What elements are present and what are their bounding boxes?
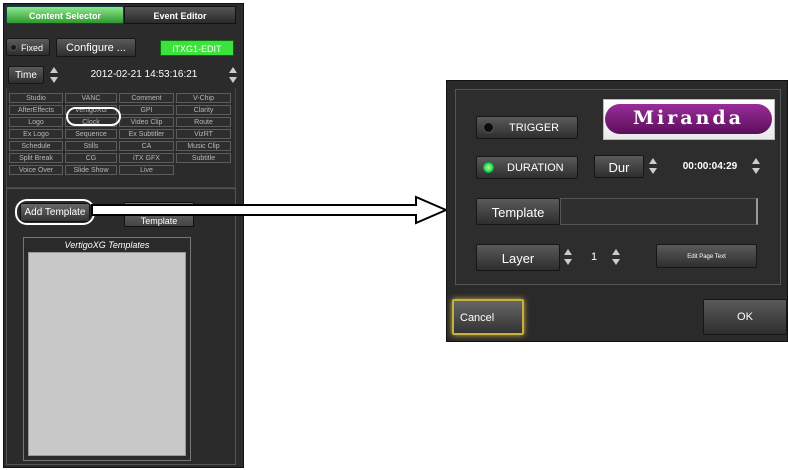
tab-content-selector[interactable]: Content Selector — [6, 6, 124, 24]
status-badge: iTXG1-EDIT — [160, 40, 234, 56]
dur-button[interactable]: Dur — [594, 155, 644, 178]
event-type-button[interactable]: Live — [119, 165, 174, 175]
event-type-button[interactable]: Ex Logo — [9, 129, 63, 139]
event-type-button[interactable]: VANC — [65, 93, 117, 103]
time-button[interactable]: Time — [8, 66, 44, 84]
cancel-button[interactable]: Cancel — [452, 299, 524, 335]
duration-value: 00:00:04:29 — [682, 161, 738, 172]
event-type-button[interactable]: Video Clip — [119, 117, 174, 127]
time-value-spinner-icon[interactable] — [229, 66, 237, 84]
event-type-button[interactable]: CA — [119, 141, 174, 151]
event-type-button[interactable]: AfterEffects — [9, 105, 63, 115]
dur-spinner-icon[interactable] — [649, 157, 657, 175]
ok-button[interactable]: OK — [703, 299, 787, 335]
event-type-button[interactable]: CG — [65, 153, 117, 163]
event-type-button[interactable]: Subtitle — [176, 153, 231, 163]
callout-arrow-icon — [91, 195, 449, 225]
layer-value: 1 — [590, 251, 598, 263]
layer-button[interactable]: Layer — [476, 244, 560, 271]
event-type-button[interactable]: Schedule — [9, 141, 63, 151]
templates-list[interactable] — [28, 252, 186, 456]
event-type-button[interactable]: Studio — [9, 93, 63, 103]
event-type-button[interactable]: Music Clip — [176, 141, 231, 151]
event-type-button[interactable]: Slide Show — [65, 165, 117, 175]
layer-value-spinner-icon[interactable] — [612, 248, 620, 266]
template-button[interactable]: Template — [476, 198, 560, 225]
duration-value-spinner-icon[interactable] — [752, 157, 760, 175]
event-type-button[interactable]: Sequence — [65, 129, 117, 139]
event-type-button[interactable]: Split Break — [9, 153, 63, 163]
event-type-button[interactable]: Comment — [119, 93, 174, 103]
miranda-logo-text: Miranda — [633, 107, 744, 129]
event-type-button[interactable]: Voice Over — [9, 165, 63, 175]
add-template-highlight-ring — [15, 199, 95, 225]
event-type-button[interactable]: V-Chip — [176, 93, 231, 103]
time-spinner-icon[interactable] — [50, 66, 58, 84]
duration-indicator-icon — [483, 162, 494, 173]
event-type-button[interactable]: Route — [176, 117, 231, 127]
trigger-indicator-icon — [483, 122, 494, 133]
edit-page-text-button[interactable]: Edit Page Text — [656, 244, 757, 268]
event-type-button[interactable]: Clarity — [176, 105, 231, 115]
event-type-button[interactable]: Ex Subtitler — [119, 129, 174, 139]
event-type-button[interactable]: iTX GFX — [119, 153, 174, 163]
event-type-button[interactable]: GPI — [119, 105, 174, 115]
fixed-indicator-icon — [10, 44, 17, 51]
templates-title: VertigoXG Templates — [64, 240, 150, 250]
event-type-button[interactable]: Stills — [65, 141, 117, 151]
configure-button[interactable]: Configure ... — [56, 38, 136, 57]
template-field[interactable] — [560, 198, 758, 225]
event-type-button[interactable]: Logo — [9, 117, 63, 127]
time-value: 2012-02-21 14:53:16:21 — [90, 69, 198, 80]
event-type-button[interactable]: VizRT — [176, 129, 231, 139]
layer-spinner-icon[interactable] — [564, 248, 572, 266]
vertigoxg-highlight-ring — [66, 107, 121, 126]
tab-event-editor[interactable]: Event Editor — [124, 6, 236, 24]
